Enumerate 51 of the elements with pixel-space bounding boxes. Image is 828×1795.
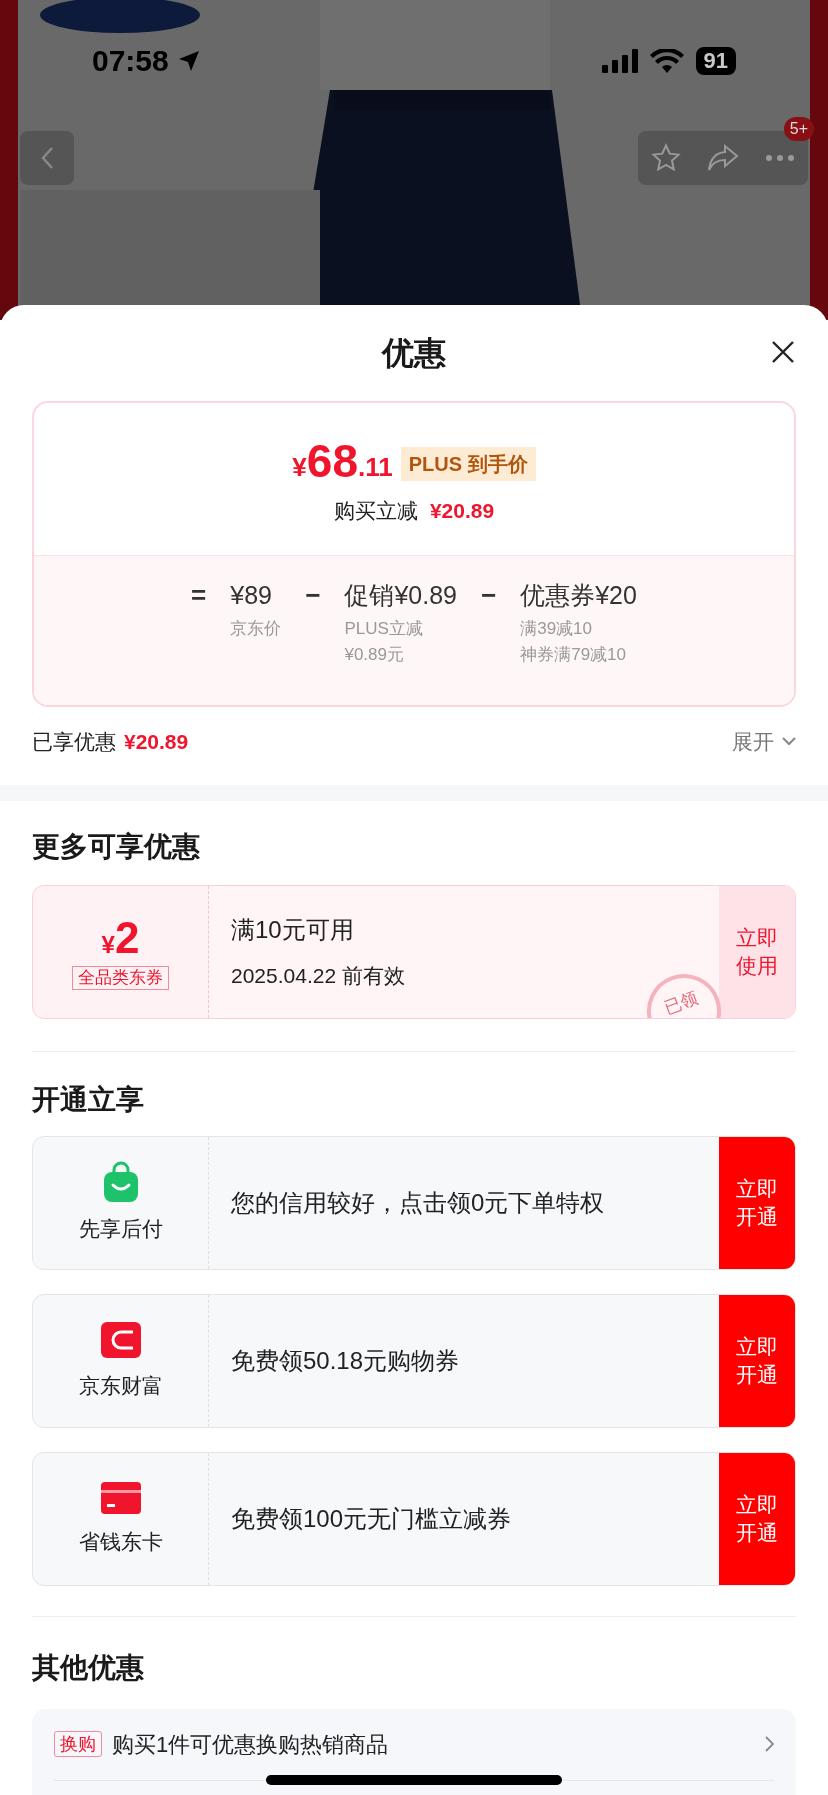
breakdown-note: 满39减10 — [520, 617, 594, 640]
section-heading: 开通立享 — [32, 1082, 144, 1117]
coupon-scope: 全品类东券 — [72, 965, 169, 990]
enjoyed-amount: ¥20.89 — [124, 728, 189, 755]
activate-button[interactable]: 立即开通 — [719, 1452, 795, 1585]
card-icon — [98, 1479, 143, 1516]
service-name: 省钱东卡 — [78, 1528, 163, 1555]
wifi-icon — [649, 48, 684, 73]
expand-button[interactable]: 展开 — [732, 725, 796, 758]
chevron-right-icon — [765, 1736, 774, 1752]
coupon-value: ¥2 — [101, 913, 140, 962]
operator-sign: − — [481, 578, 497, 612]
coupon-expiry: 2025.04.22 前有效 — [231, 962, 406, 989]
wallet-icon — [98, 1319, 143, 1360]
service-name: 京东财富 — [78, 1372, 163, 1399]
service-offer: 您的信用较好，点击领0元下单特权 — [231, 1187, 605, 1218]
star-icon[interactable] — [651, 143, 681, 173]
activate-button[interactable]: 立即开通 — [719, 1136, 795, 1269]
reduction-label: 购买立减 — [333, 498, 418, 524]
breakdown-amount: ¥89 — [230, 579, 273, 611]
breakdown-note: PLUS立减 — [344, 617, 424, 640]
chevron-down-icon — [782, 737, 796, 746]
coupon-condition: 满10元可用 — [231, 914, 355, 945]
activate-button[interactable]: 立即开通 — [719, 1294, 795, 1427]
back-button[interactable] — [20, 131, 74, 185]
price-tag: PLUS 到手价 — [400, 447, 536, 481]
enjoyed-label: 已享优惠 — [32, 728, 116, 755]
operator-sign: − — [305, 578, 321, 612]
offer-text: 购买1件可优惠换购热销商品 — [112, 1730, 390, 1759]
service-name: 先享后付 — [78, 1215, 163, 1242]
final-price: ¥68.11 — [292, 437, 393, 485]
breakdown-note: 神券满79减10 — [520, 643, 628, 666]
service-offer: 免费领50.18元购物券 — [231, 1345, 460, 1376]
status-time: 07:58 — [92, 43, 169, 79]
close-icon — [771, 340, 795, 364]
back-icon — [40, 146, 54, 170]
use-now-button[interactable]: 立即使用 — [719, 885, 795, 1018]
sheet-title: 优惠 — [382, 334, 446, 373]
operator-sign: = — [191, 578, 207, 612]
breakdown-note: 京东价 — [230, 617, 282, 640]
offer-tag: 换购 — [54, 1731, 102, 1757]
share-icon[interactable] — [707, 144, 739, 172]
breakdown-amount: 优惠券¥20 — [520, 579, 637, 611]
more-icon[interactable] — [765, 154, 795, 162]
breakdown-note: ¥0.89元 — [344, 643, 405, 666]
signal-icon — [601, 48, 638, 73]
breakdown-amount: 促销¥0.89 — [344, 579, 457, 611]
reduction-amount: ¥20.89 — [429, 498, 495, 524]
service-offer: 免费领100元无门槛立减券 — [231, 1503, 512, 1534]
section-heading: 更多可享优惠 — [32, 829, 200, 864]
section-heading: 其他优惠 — [32, 1650, 144, 1685]
